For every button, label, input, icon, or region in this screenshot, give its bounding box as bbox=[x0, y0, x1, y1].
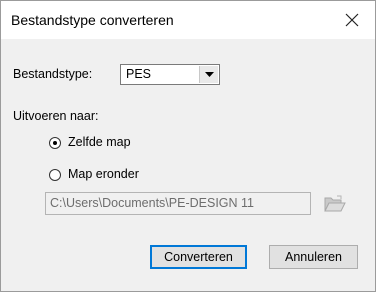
convert-button[interactable]: Converteren bbox=[150, 245, 247, 269]
dialog-title: Bestandstype converteren bbox=[11, 12, 174, 28]
close-icon bbox=[345, 13, 359, 27]
browse-folder-button bbox=[319, 190, 351, 217]
same-folder-radio[interactable] bbox=[49, 137, 61, 149]
folder-open-icon bbox=[324, 195, 346, 211]
output-path-field: C:\Users\Documents\PE-DESIGN 11 bbox=[45, 192, 311, 215]
subfolder-radio[interactable] bbox=[49, 169, 61, 181]
title-bar: Bestandstype converteren bbox=[1, 1, 375, 39]
close-button[interactable] bbox=[329, 1, 375, 39]
file-type-value: PES bbox=[126, 67, 152, 81]
file-type-select[interactable]: PES bbox=[120, 64, 220, 85]
file-type-label: Bestandstype: bbox=[13, 67, 93, 81]
output-label: Uitvoeren naar: bbox=[13, 109, 99, 123]
cancel-button[interactable]: Annuleren bbox=[269, 245, 358, 269]
subfolder-label[interactable]: Map eronder bbox=[68, 167, 139, 181]
chevron-down-icon[interactable] bbox=[199, 66, 218, 83]
same-folder-label[interactable]: Zelfde map bbox=[68, 135, 131, 149]
convert-file-type-dialog: Bestandstype converteren Bestandstype: P… bbox=[0, 0, 376, 292]
